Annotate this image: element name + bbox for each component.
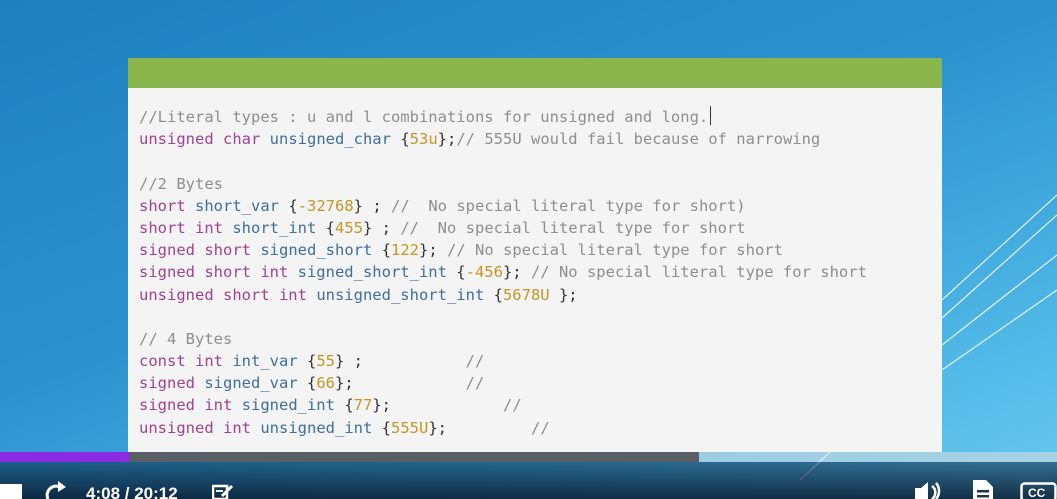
code-token: { [306,352,317,371]
replay-icon[interactable] [44,480,68,499]
code-token: // No special literal type for short) [391,196,746,215]
code-line: unsigned int unsigned_int {555U}; // [139,417,938,439]
code-token: short [139,196,195,215]
code-line: signed signed_var {66}; // [139,372,938,394]
code-token: -32768 [297,196,354,215]
code-line: signed short signed_short {122}; // No s… [139,239,938,261]
code-token: // [465,352,485,371]
code-token: signed [139,374,205,393]
code-token: 122 [391,241,419,260]
code-token: 555U [391,418,429,437]
code-token: unsigned_int [260,418,382,437]
code-token: signed_var [204,374,307,393]
code-token: signed_short [260,241,382,260]
code-token: { [400,130,410,149]
captions-icon[interactable]: CC [1020,482,1057,499]
slide-header-bar [128,58,942,88]
code-token: //2 Bytes [139,174,223,193]
code-token: // [530,418,550,437]
code-token: signed int [139,396,242,415]
code-token: unsigned_short_int [316,285,494,304]
code-token: { [381,418,391,437]
code-token: //Literal types : u and l combinations f… [139,108,709,126]
code-token: // No special literal type for short [530,263,867,282]
code-line: short short_var {-32768} ; // No special… [139,195,938,217]
code-token: 455 [335,218,363,237]
code-token: { [456,263,466,282]
code-token: 66 [316,374,335,393]
code-token: short_var [195,196,289,215]
code-token: 77 [353,396,373,415]
code-token: unsigned int [139,418,261,437]
code-token: -456 [465,263,503,282]
code-token: unsigned char [139,130,270,149]
progress-played [0,452,130,462]
code-token: 5678U [502,285,550,304]
code-token: 55 [316,352,335,371]
code-token: }; [437,130,457,149]
code-token: { [325,218,335,237]
player-controls: 4:08 / 20:12 CC [0,462,1057,499]
code-line: // 4 Bytes [139,328,938,350]
code-line: signed int signed_int {77}; // [139,394,938,416]
code-line: const int int_var {55} ; // [139,350,938,372]
code-token: }; [335,374,466,393]
current-time: 4:08 [86,484,121,499]
code-token: }; [549,285,578,304]
code-token: unsigned_char [269,130,401,149]
transcript-icon[interactable] [972,480,994,499]
code-token: { [306,374,317,393]
code-token: // 555U would fail because of narrowing [456,130,821,149]
code-token: signed_int [241,396,345,415]
text-caret [710,106,712,125]
code-token: } ; [353,196,391,215]
code-token: { [493,285,503,304]
code-token: }; [419,241,447,260]
code-line: short int short_int {455} ; // No specia… [139,217,938,239]
code-token: // No special literal type for short [447,241,783,260]
code-token: short int [139,218,233,237]
code-token: const int [139,352,233,371]
code-token: // [465,374,485,393]
code-line: //2 Bytes [139,173,938,195]
play-pause-button[interactable] [0,484,22,499]
code-token: { [344,396,354,415]
code-token: signed short [139,241,261,260]
notes-icon[interactable] [211,484,236,499]
code-line: signed short int signed_short_int {-456}… [139,261,938,283]
code-line: unsigned short int unsigned_short_int {5… [139,284,938,306]
code-block: //Literal types : u and l combinations f… [139,106,938,439]
code-token: } ; [335,352,466,371]
time-display: 4:08 / 20:12 [86,484,178,499]
time-separator: / [120,484,135,499]
code-token: // 4 Bytes [139,329,233,348]
code-token: } ; [363,218,401,237]
code-token: unsigned short int [139,285,317,304]
slide: //Literal types : u and l combinations f… [128,58,942,452]
code-token: { [381,241,391,260]
code-token: int_var [232,352,307,371]
code-line: //Literal types : u and l combinations f… [139,106,938,128]
code-token: signed_short_int [297,263,457,282]
code-token: }; [502,263,531,282]
code-token: 53u [409,130,438,149]
code-token: // [502,396,522,415]
code-line: unsigned char unsigned_char {53u};// 555… [139,128,938,150]
code-token: }; [372,396,503,415]
volume-icon[interactable] [915,482,943,499]
duration: 20:12 [134,484,178,499]
captions-label: CC [1028,486,1046,499]
code-token: signed short int [139,263,298,282]
code-token: }; [428,418,531,437]
code-token: // No special literal type for short [400,218,746,237]
code-token: short_int [232,218,326,237]
code-token: { [288,196,298,215]
progress-bar[interactable] [0,452,1057,462]
